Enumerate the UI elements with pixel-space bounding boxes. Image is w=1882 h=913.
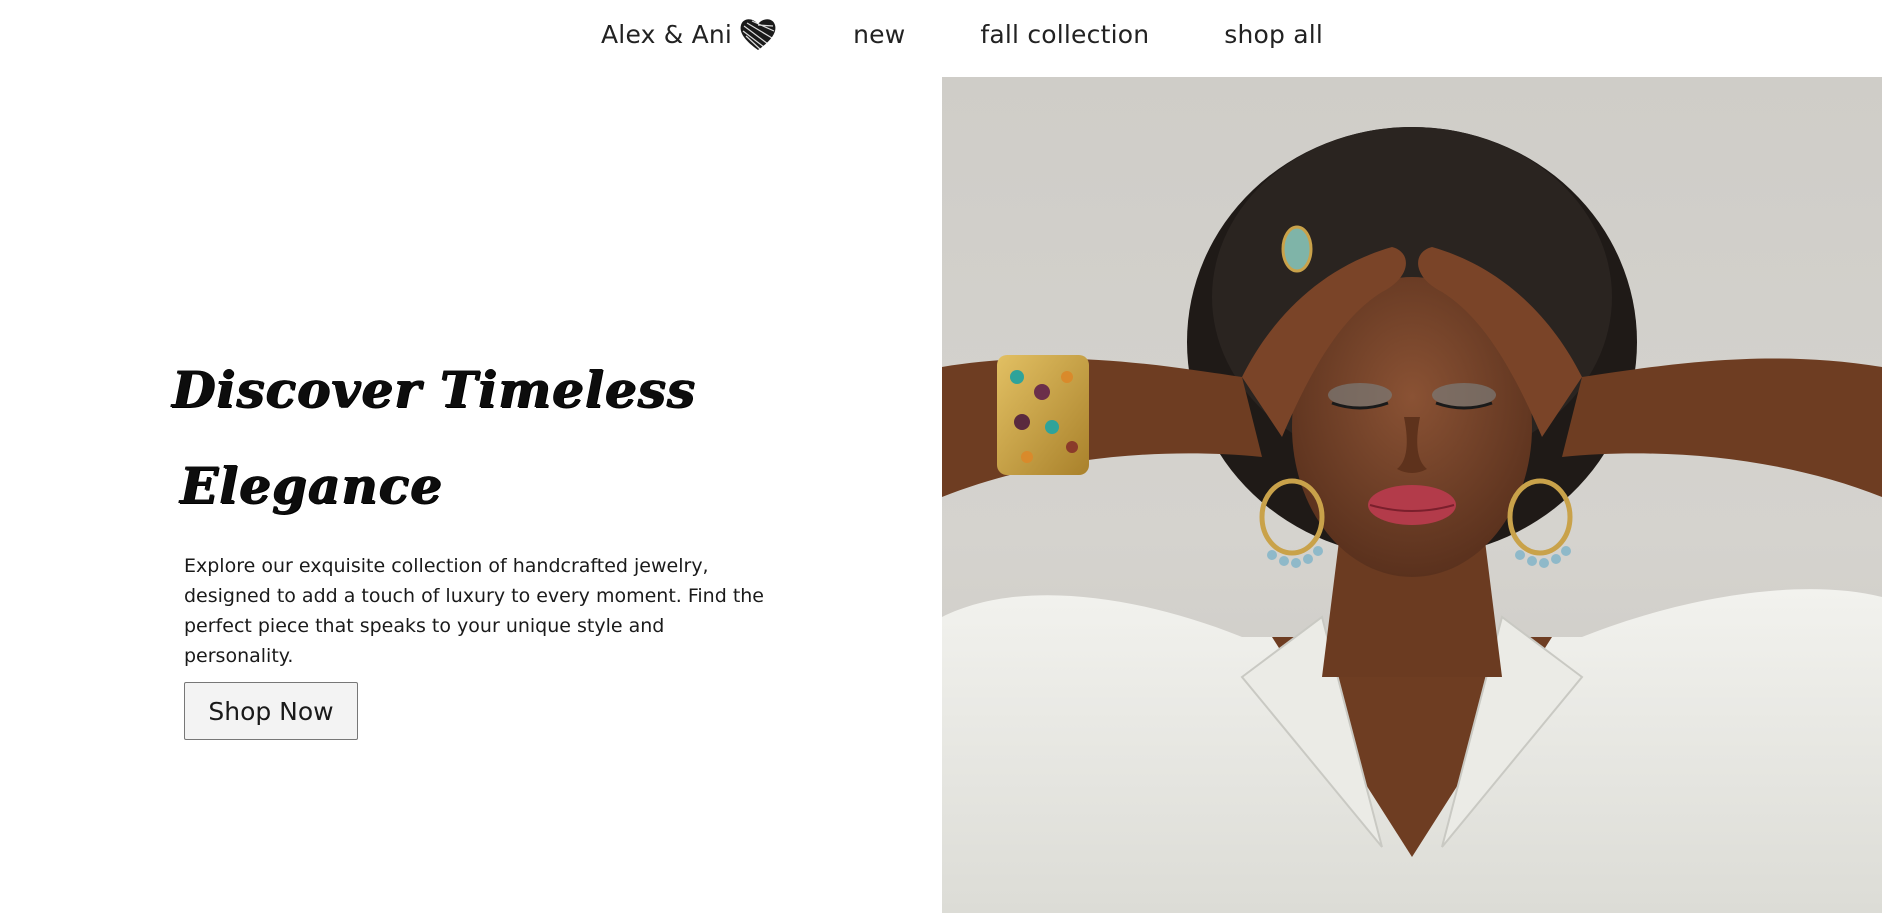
model-photo-illustration	[942, 127, 1882, 913]
nav-bar: Alex & Ani new fall collection shop all	[601, 14, 1323, 54]
headline-line-1: Discover Timeless	[172, 360, 696, 419]
brand-logo-link[interactable]: Alex & Ani	[601, 16, 778, 52]
shop-now-button[interactable]: Shop Now	[184, 682, 358, 740]
top-navigation: Alex & Ani new fall collection shop all	[0, 0, 1882, 77]
nav-link-new[interactable]: new	[853, 20, 905, 49]
heart-icon	[738, 16, 778, 52]
hero-photo	[942, 77, 1882, 913]
hero-headline: Discover Timeless Elegance	[172, 342, 792, 534]
nav-link-fall-collection[interactable]: fall collection	[980, 20, 1149, 49]
nav-link-shop-all[interactable]: shop all	[1224, 20, 1323, 49]
brand-name: Alex & Ani	[601, 19, 733, 49]
hero-text-section: Discover Timeless Elegance Explore our e…	[0, 77, 942, 913]
hero-description: Explore our exquisite collection of hand…	[184, 555, 765, 667]
headline-line-2: Elegance	[180, 456, 443, 515]
